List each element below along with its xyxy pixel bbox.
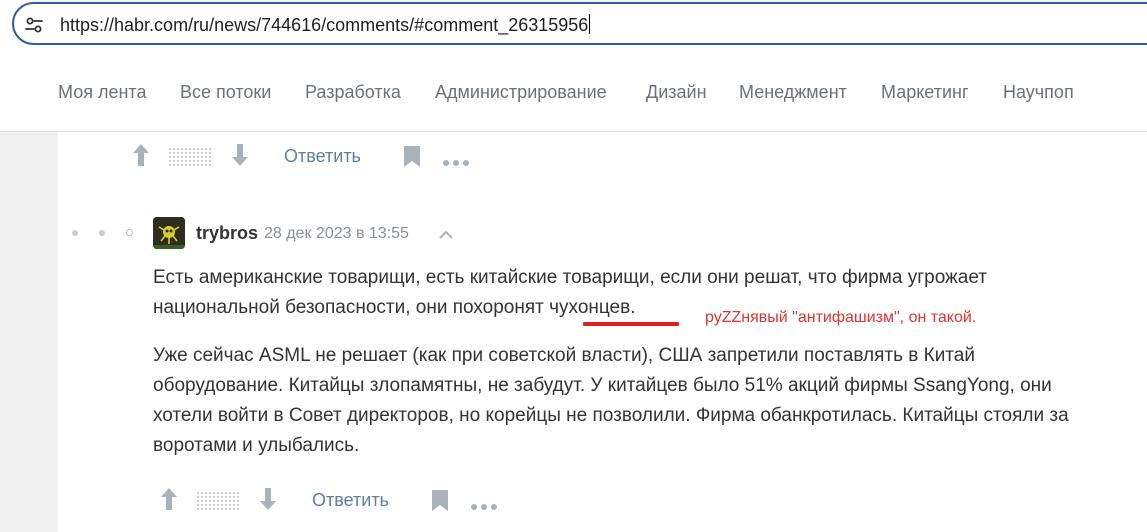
comment-card: Ответить trybros 28 дек 2023 в 13:55 Ест… bbox=[58, 132, 1147, 532]
upvote-icon[interactable] bbox=[160, 486, 178, 512]
upvote-icon[interactable] bbox=[132, 142, 150, 168]
tune-icon[interactable] bbox=[24, 15, 44, 35]
reply-button[interactable]: Ответить bbox=[312, 490, 389, 511]
red-underline-mark bbox=[583, 322, 679, 326]
thread-depth-ring bbox=[126, 229, 133, 236]
text-caret bbox=[589, 14, 591, 34]
bookmark-icon[interactable] bbox=[403, 145, 421, 174]
downvote-icon[interactable] bbox=[259, 486, 277, 512]
thread-depth-dot bbox=[72, 230, 78, 236]
comment-username[interactable]: trybros bbox=[196, 223, 258, 244]
browser-toolbar: https://habr.com/ru/news/744616/comments… bbox=[0, 0, 1147, 52]
nav-item-marketing[interactable]: Маркетинг bbox=[881, 82, 969, 103]
rating-placeholder bbox=[196, 491, 240, 511]
reply-button[interactable]: Ответить bbox=[284, 146, 361, 167]
downvote-icon[interactable] bbox=[231, 142, 249, 168]
chevron-up-icon[interactable] bbox=[438, 227, 454, 245]
comment-actions: Ответить bbox=[160, 486, 520, 516]
highlighted-word: чухонцев. bbox=[549, 297, 636, 318]
nav-item-management[interactable]: Менеджмент bbox=[739, 82, 847, 103]
rating-placeholder bbox=[168, 147, 212, 167]
nav-item-all-flows[interactable]: Все потоки bbox=[180, 82, 271, 103]
url-text[interactable]: https://habr.com/ru/news/744616/comments… bbox=[60, 14, 591, 36]
address-bar[interactable]: https://habr.com/ru/news/744616/comments… bbox=[12, 2, 1147, 45]
more-options-icon[interactable] bbox=[442, 154, 470, 172]
comment-paragraph-2: Уже сейчас ASML не решает (как при совет… bbox=[153, 345, 1069, 456]
previous-comment-actions: Ответить bbox=[132, 142, 492, 172]
comment-date[interactable]: 28 дек 2023 в 13:55 bbox=[264, 225, 409, 243]
nav-item-development[interactable]: Разработка bbox=[305, 82, 401, 103]
thread-depth-dot bbox=[99, 230, 105, 236]
nav-item-my-feed[interactable]: Моя лента bbox=[58, 82, 146, 103]
red-annotation: руZZнявый "антифашизм", он такой. bbox=[705, 309, 977, 326]
bookmark-icon[interactable] bbox=[431, 489, 449, 518]
nav-item-design[interactable]: Дизайн bbox=[646, 82, 707, 103]
avatar[interactable] bbox=[153, 217, 185, 249]
nav-item-administration[interactable]: Администрирование bbox=[435, 82, 607, 103]
more-options-icon[interactable] bbox=[470, 498, 498, 516]
flows-nav: Моя лента Все потоки Разработка Админист… bbox=[0, 52, 1147, 132]
comments-area: Ответить trybros 28 дек 2023 в 13:55 Ест… bbox=[0, 132, 1147, 532]
nav-item-popsci[interactable]: Научпоп bbox=[1003, 82, 1074, 103]
